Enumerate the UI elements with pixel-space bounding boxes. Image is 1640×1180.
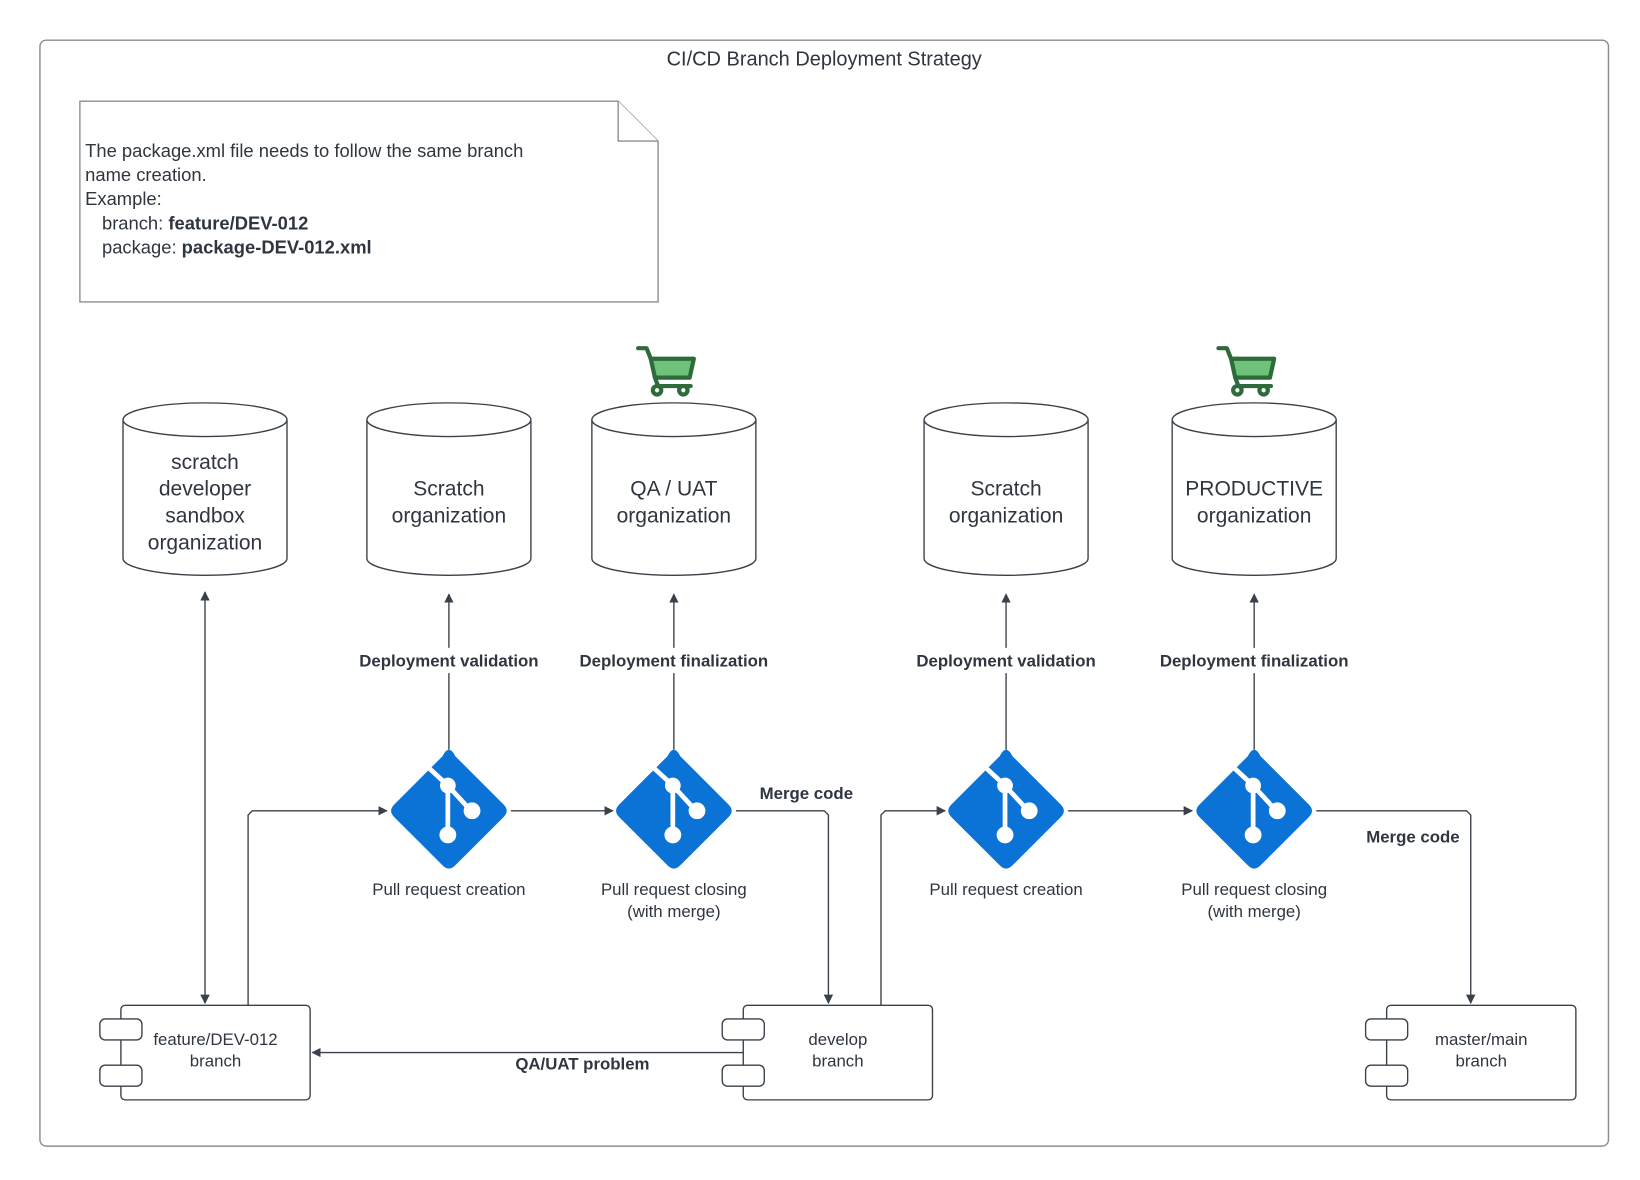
diagram-title: CI/CD Branch Deployment Strategy: [667, 48, 982, 70]
branch-1[interactable]: feature/DEV-012 branch: [99, 1004, 311, 1101]
branch-port: [99, 1018, 143, 1041]
database-label-line: developer: [159, 478, 251, 501]
database-label-line: organization: [1197, 504, 1312, 527]
note-line-1: The package.xml file needs to follow the…: [85, 140, 523, 161]
git-node-caption: Pull request creation: [929, 880, 1082, 899]
database-label-line: organization: [392, 504, 507, 527]
git-node-caption: Pull request closing: [601, 880, 747, 899]
branch-port: [99, 1064, 143, 1087]
database-top: [591, 402, 757, 438]
database-label-line: organization: [949, 504, 1064, 527]
qa-problem-label: QA/UAT problem: [515, 1054, 649, 1073]
database-label-line: organization: [617, 504, 732, 527]
note-branch-value: feature/DEV-012: [168, 212, 308, 233]
note-line-3: Example:: [85, 188, 162, 209]
note-package-value: package-DEV-012.xml: [182, 237, 372, 258]
database-label-line: scratch: [171, 451, 239, 474]
database-top: [366, 402, 532, 438]
git-node-caption: Pull request closing: [1181, 880, 1327, 899]
database-label-line: sandbox: [165, 504, 245, 527]
package-naming-note: The package.xml file needs to follow the…: [79, 100, 659, 303]
database-label-line: Scratch: [413, 478, 484, 501]
note-package-example: package: package-DEV-012.xml: [102, 237, 372, 258]
branch-port: [721, 1064, 765, 1087]
branch-port: [1364, 1064, 1409, 1087]
deployment-label: Deployment finalization: [580, 652, 769, 671]
branch-port: [721, 1018, 765, 1041]
branch-label-line: branch: [1456, 1052, 1507, 1071]
database-label-line: organization: [148, 531, 263, 554]
database-5: PRODUCTIVE organization: [1171, 402, 1337, 576]
note-branch-example: branch: feature/DEV-012: [102, 212, 308, 233]
database-top: [923, 402, 1089, 438]
note-package-label: package:: [102, 237, 182, 258]
branch-label-line: master/main: [1435, 1030, 1527, 1049]
branch-label-line: develop: [808, 1030, 867, 1049]
branch-port: [1364, 1018, 1409, 1041]
git-node-caption: (with merge): [627, 902, 720, 921]
merge-code-label: Merge code: [760, 784, 853, 803]
database-top: [122, 402, 288, 438]
branch-3[interactable]: master/main branch: [1364, 1004, 1577, 1101]
database-4: Scratch organization: [923, 402, 1089, 576]
database-top: [1171, 402, 1337, 438]
database-label-line: PRODUCTIVE: [1185, 478, 1323, 501]
database-3: QA / UAT organization: [591, 402, 757, 576]
deployment-label: Deployment finalization: [1160, 652, 1349, 671]
database-2: Scratch organization: [366, 402, 532, 576]
database-label-line: QA / UAT: [630, 478, 717, 501]
branch-label-line: branch: [190, 1052, 241, 1071]
diagram-canvas: CI/CD Branch Deployment Strategy The pac…: [39, 39, 1610, 1147]
git-node-caption: (with merge): [1207, 902, 1300, 921]
branch-label-line: feature/DEV-012: [153, 1030, 277, 1049]
git-node-caption: Pull request creation: [372, 880, 525, 899]
note-branch-label: branch:: [102, 212, 168, 233]
deployment-label: Deployment validation: [359, 652, 538, 671]
merge-code-label: Merge code: [1366, 827, 1459, 846]
database-label-line: Scratch: [970, 478, 1041, 501]
branch-label-line: branch: [812, 1052, 863, 1071]
note-line-2: name creation.: [85, 164, 207, 185]
deployment-label: Deployment validation: [916, 652, 1095, 671]
branch-2[interactable]: develop branch: [721, 1004, 934, 1101]
database-1: scratch developer sandbox organization: [122, 402, 288, 576]
